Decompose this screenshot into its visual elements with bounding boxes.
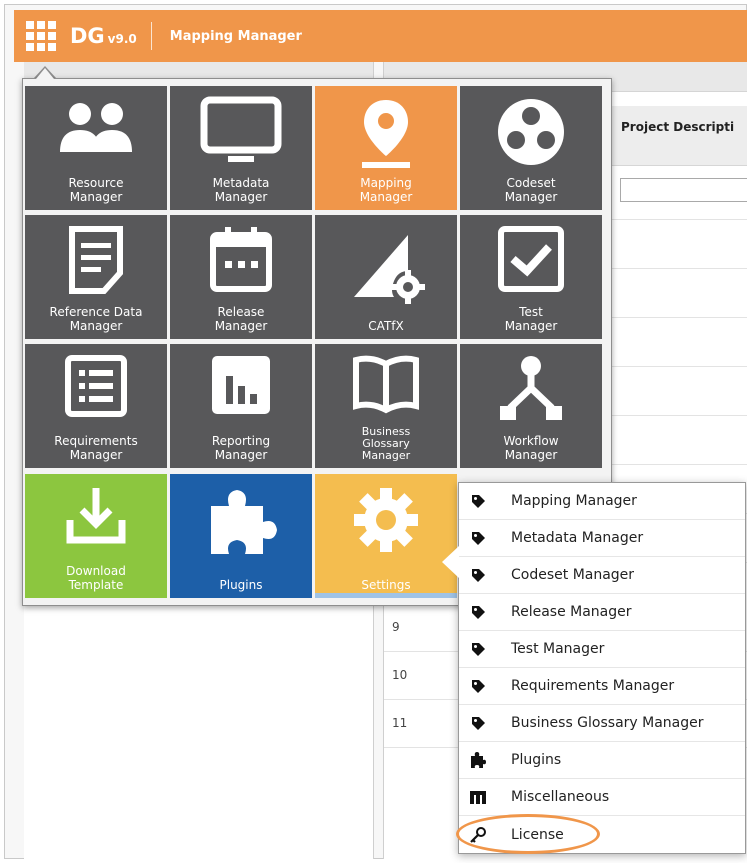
tile-label: Requirements Manager: [54, 434, 138, 462]
menu-item-business-glossary-manager[interactable]: Business Glossary Manager: [459, 705, 745, 742]
tile-label: Business Glossary Manager: [361, 425, 411, 462]
people-icon: [60, 103, 132, 152]
gear-icon: [354, 488, 418, 552]
menu-item-metadata-manager[interactable]: Metadata Manager: [459, 520, 745, 557]
tile-label: Resource Manager: [68, 176, 124, 204]
menu-item-label: Miscellaneous: [511, 789, 610, 805]
tile-codeset-manager[interactable]: Codeset Manager: [460, 86, 602, 210]
tile-label: Settings: [361, 578, 411, 592]
catfx-icon: [354, 235, 425, 304]
tile-label: Reference Data Manager: [49, 305, 143, 333]
calendar-icon: [210, 227, 272, 292]
tile-plugins[interactable]: Plugins: [170, 474, 312, 598]
tile-label: Test Manager: [504, 305, 558, 333]
document-icon: [69, 226, 123, 294]
list-icon: [65, 355, 127, 417]
menu-item-label: Codeset Manager: [511, 567, 635, 583]
puzzle-icon: [211, 490, 277, 554]
tile-reporting-manager[interactable]: Reporting Manager: [170, 344, 312, 468]
app-title: Mapping Manager: [169, 28, 302, 44]
brand-logo: DG v9.0: [70, 24, 137, 48]
column-header-project-description[interactable]: Project Descripti: [621, 120, 734, 134]
map-pin-icon: [362, 100, 410, 168]
brand-name: DG: [70, 24, 105, 48]
filter-input[interactable]: [620, 178, 747, 202]
tag-icon: [467, 714, 489, 732]
tile-label: Workflow Manager: [503, 434, 559, 462]
download-icon: [66, 488, 126, 544]
menu-item-mapping-manager[interactable]: Mapping Manager: [459, 483, 745, 520]
tile-label: Reporting Manager: [211, 434, 271, 462]
menu-item-label: Release Manager: [511, 604, 632, 620]
row-number: 9: [392, 620, 400, 634]
submenu-pointer: [442, 546, 459, 578]
bar-chart-icon: [212, 356, 270, 414]
tile-reference-data-manager[interactable]: Reference Data Manager: [25, 215, 167, 339]
tag-icon: [467, 603, 489, 621]
menu-item-label: Plugins: [511, 752, 562, 768]
selected-indicator: [315, 593, 457, 598]
brand-version: v9.0: [107, 32, 137, 46]
tile-label: Release Manager: [214, 305, 268, 333]
codeset-icon: [498, 99, 564, 165]
menu-item-license[interactable]: License: [459, 816, 745, 853]
settings-menu: Mapping Manager Metadata Manager Codeset…: [458, 482, 746, 854]
tile-test-manager[interactable]: Test Manager: [460, 215, 602, 339]
menu-item-label: Metadata Manager: [511, 530, 644, 546]
key-icon: [467, 826, 489, 844]
tile-download-template[interactable]: Download Template: [25, 474, 167, 598]
menu-item-label: License: [511, 826, 564, 843]
tile-label: CATfX: [368, 319, 404, 333]
menu-item-plugins[interactable]: Plugins: [459, 742, 745, 779]
tag-icon: [467, 677, 489, 695]
top-bar: DG v9.0 Mapping Manager: [14, 10, 747, 62]
tag-icon: [467, 529, 489, 547]
tile-label: Plugins: [219, 578, 263, 592]
tag-icon: [467, 492, 489, 510]
tile-resource-manager[interactable]: Resource Manager: [25, 86, 167, 210]
checkbox-icon: [498, 226, 564, 292]
monitor-icon: [200, 96, 282, 162]
menu-item-label: Business Glossary Manager: [511, 715, 704, 731]
tile-catfx[interactable]: CATfX: [315, 215, 457, 339]
puzzle-piece-icon: [467, 751, 489, 769]
tile-label: Metadata Manager: [212, 176, 270, 204]
tile-settings[interactable]: Settings: [315, 474, 457, 598]
m-icon: [467, 788, 489, 806]
header-divider: [150, 22, 152, 50]
tag-icon: [467, 640, 489, 658]
tile-label: Codeset Manager: [504, 176, 558, 204]
tile-release-manager[interactable]: Release Manager: [170, 215, 312, 339]
row-number: 11: [392, 716, 408, 730]
tag-icon: [467, 566, 489, 584]
tile-workflow-manager[interactable]: Workflow Manager: [460, 344, 602, 468]
tile-business-glossary-manager[interactable]: Business Glossary Manager: [315, 344, 457, 468]
tile-label: Download Template: [66, 564, 126, 592]
tile-label: Mapping Manager: [359, 176, 413, 204]
tile-requirements-manager[interactable]: Requirements Manager: [25, 344, 167, 468]
app-grid-icon[interactable]: [26, 21, 56, 51]
menu-item-label: Requirements Manager: [511, 678, 675, 694]
menu-item-release-manager[interactable]: Release Manager: [459, 594, 745, 631]
tile-mapping-manager[interactable]: Mapping Manager: [315, 86, 457, 210]
tile-metadata-manager[interactable]: Metadata Manager: [170, 86, 312, 210]
workflow-icon: [500, 356, 562, 420]
menu-item-requirements-manager[interactable]: Requirements Manager: [459, 668, 745, 705]
row-number: 10: [392, 668, 408, 682]
menu-item-miscellaneous[interactable]: Miscellaneous: [459, 779, 745, 816]
book-icon: [353, 355, 419, 414]
menu-item-codeset-manager[interactable]: Codeset Manager: [459, 557, 745, 594]
launcher-pointer-inner: [36, 68, 54, 79]
menu-item-label: Mapping Manager: [511, 493, 637, 509]
menu-item-test-manager[interactable]: Test Manager: [459, 631, 745, 668]
menu-item-label: Test Manager: [511, 641, 605, 657]
